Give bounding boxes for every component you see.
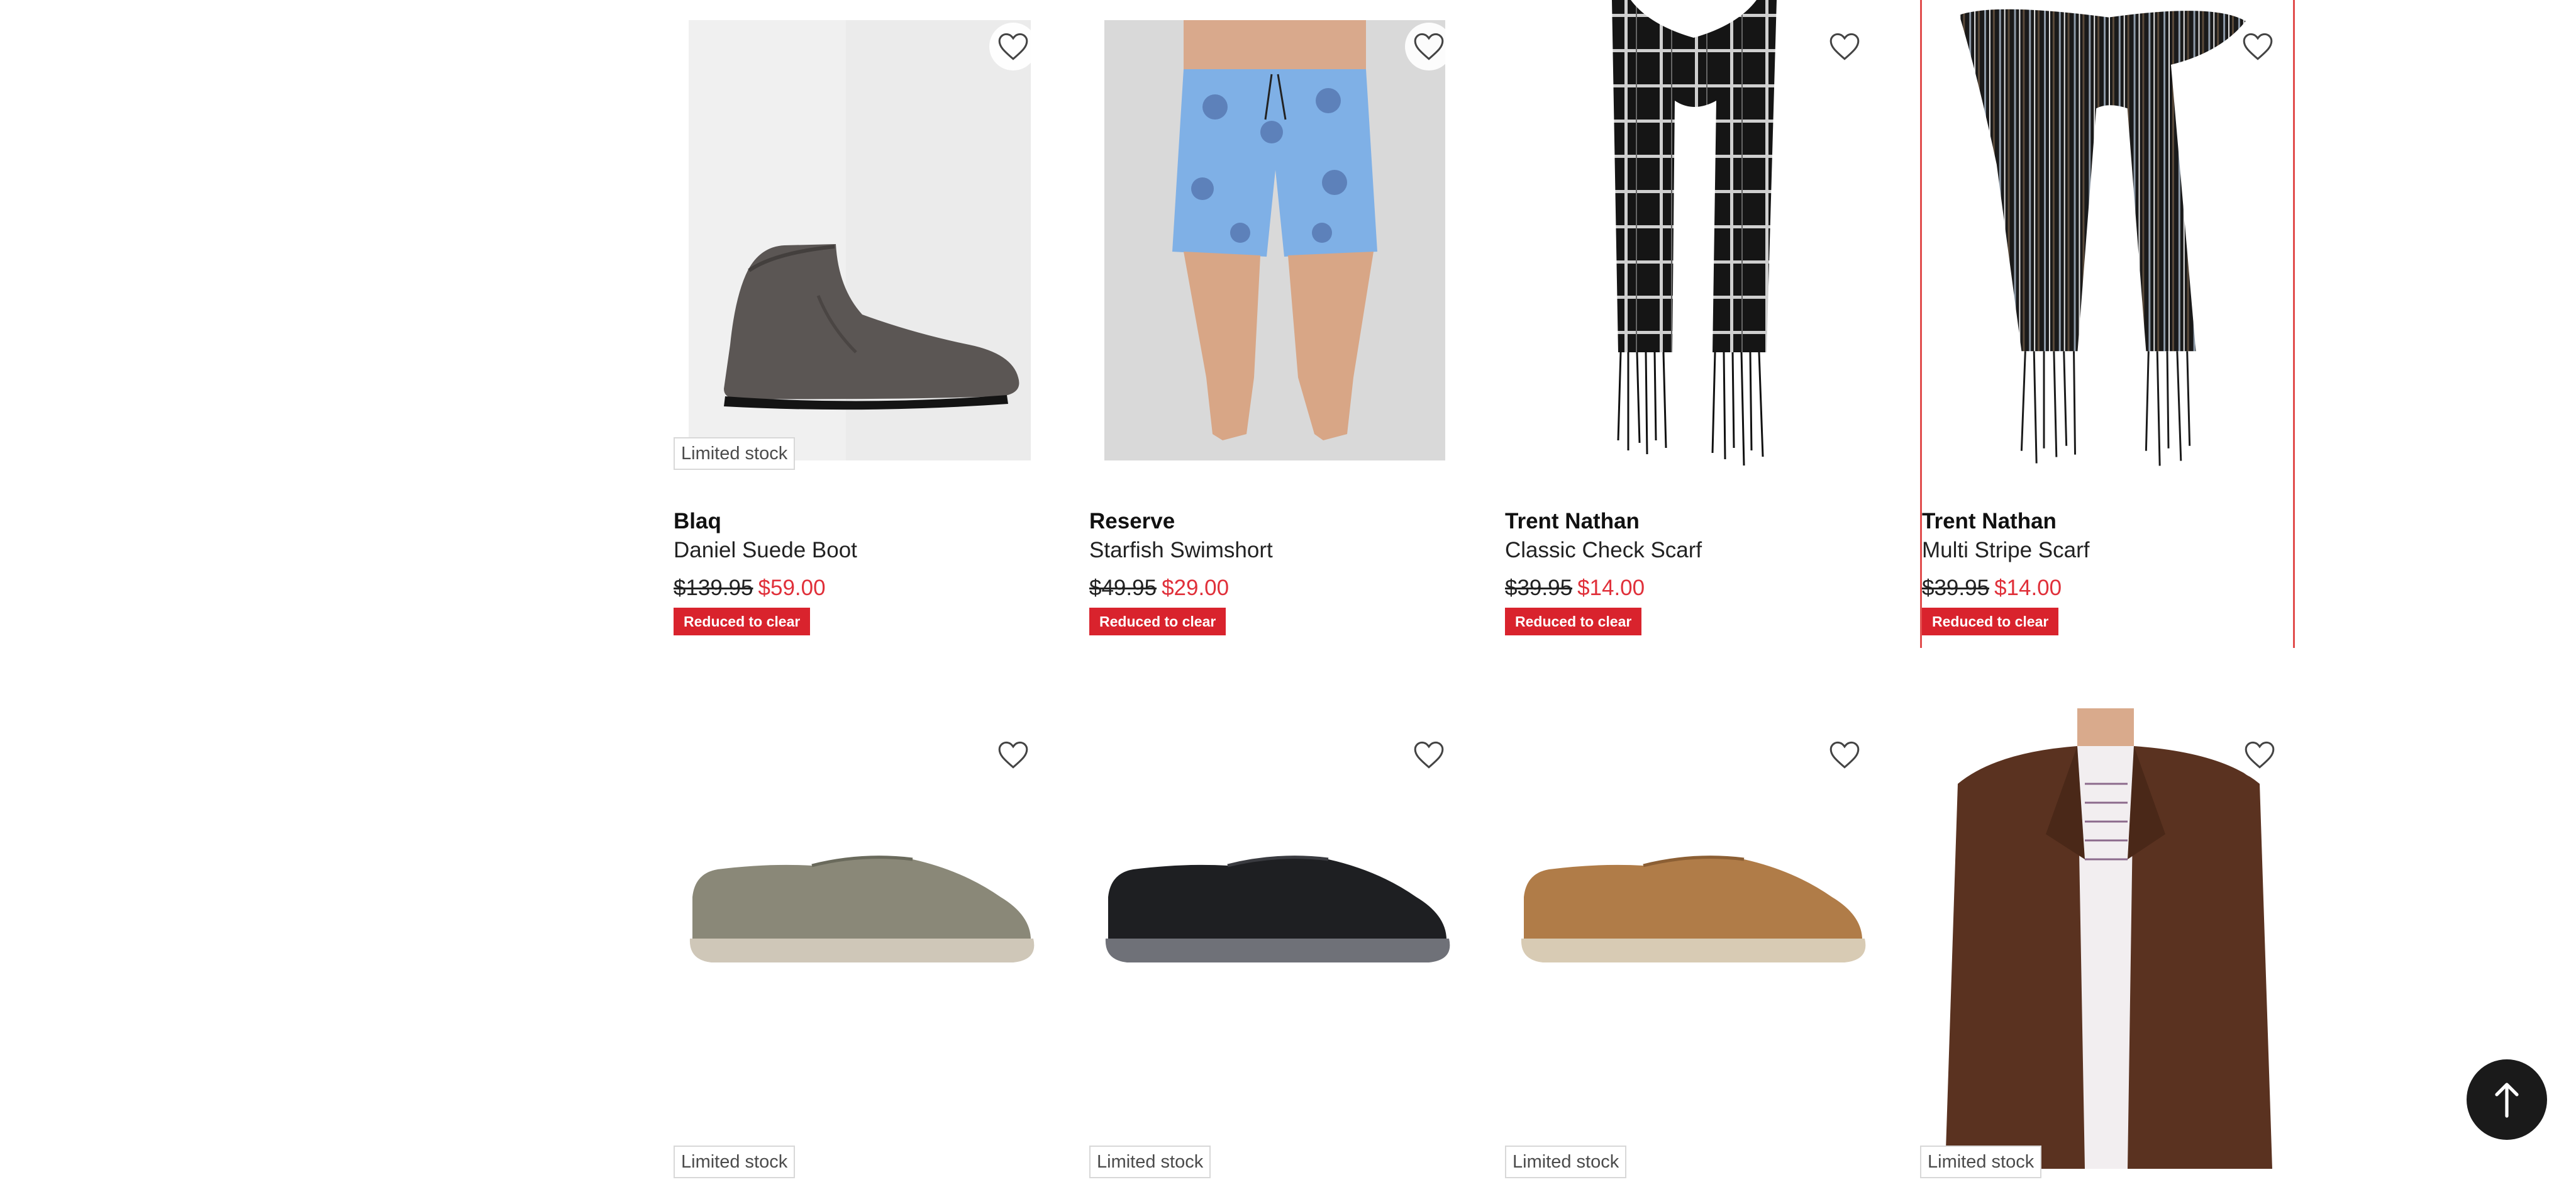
product-image-tan-shoe[interactable]: [1505, 708, 1880, 1199]
limited-stock-badge: Limited stock: [1505, 1146, 1627, 1178]
heart-outline-icon: [1414, 741, 1444, 769]
sale-price: $29.00: [1162, 576, 1230, 600]
product-brand[interactable]: Trent Nathan: [1922, 507, 2293, 536]
product-brand[interactable]: Blaq: [674, 507, 1048, 536]
wishlist-button[interactable]: [1405, 23, 1453, 70]
reduced-to-clear-tag: Reduced to clear: [674, 608, 811, 635]
wishlist-button[interactable]: [2236, 731, 2284, 779]
product-brand[interactable]: Trent Nathan: [1505, 507, 1880, 536]
wishlist-button[interactable]: [2234, 23, 2282, 70]
product-image-suede-boot[interactable]: [674, 0, 1048, 491]
product-name[interactable]: Daniel Suede Boot: [674, 536, 1048, 565]
product-image-check-scarf[interactable]: [1505, 0, 1880, 491]
heart-outline-icon: [2243, 33, 2273, 60]
wishlist-button[interactable]: [1821, 23, 1868, 70]
sale-price: $14.00: [1577, 576, 1645, 600]
heart-outline-icon: [1829, 33, 1860, 60]
product-name[interactable]: Starfish Swimshort: [1089, 536, 1464, 565]
heart-outline-icon: [1414, 33, 1444, 60]
wishlist-button[interactable]: [989, 23, 1037, 70]
product-name[interactable]: Classic Check Scarf: [1505, 536, 1880, 565]
heart-outline-icon: [1829, 741, 1860, 769]
heart-outline-icon: [998, 741, 1028, 769]
product-image-black-shoe[interactable]: [1089, 708, 1464, 1199]
heart-outline-icon: [998, 33, 1028, 60]
sale-price: $14.00: [1994, 576, 2062, 600]
arrow-up-icon: [2495, 1083, 2519, 1118]
limited-stock-badge: Limited stock: [674, 437, 796, 470]
limited-stock-badge: Limited stock: [1089, 1146, 1211, 1178]
was-price: $139.95: [674, 576, 753, 600]
product-image-olive-shoe[interactable]: [674, 708, 1048, 1199]
product-name[interactable]: Multi Stripe Scarf: [1922, 536, 2293, 565]
product-image-swimshort[interactable]: [1089, 0, 1464, 491]
product-image-brown-jacket[interactable]: [1920, 708, 2295, 1199]
back-to-top-button[interactable]: [2467, 1059, 2547, 1140]
was-price: $39.95: [1505, 576, 1573, 600]
reduced-to-clear-tag: Reduced to clear: [1089, 608, 1226, 635]
limited-stock-badge: Limited stock: [1920, 1146, 2042, 1178]
was-price: $39.95: [1922, 576, 1990, 600]
limited-stock-badge: Limited stock: [674, 1146, 796, 1178]
sale-price: $59.00: [758, 576, 826, 600]
wishlist-button[interactable]: [989, 731, 1037, 779]
reduced-to-clear-tag: Reduced to clear: [1922, 608, 2059, 635]
was-price: $49.95: [1089, 576, 1157, 600]
heart-outline-icon: [2245, 741, 2275, 769]
product-brand[interactable]: Reserve: [1089, 507, 1464, 536]
product-image-stripe-scarf[interactable]: [1922, 0, 2293, 491]
wishlist-button[interactable]: [1405, 731, 1453, 779]
reduced-to-clear-tag: Reduced to clear: [1505, 608, 1642, 635]
wishlist-button[interactable]: [1821, 731, 1868, 779]
product-card-selected[interactable]: Trent Nathan Multi Stripe Scarf $39.95 $1…: [1920, 0, 2295, 648]
